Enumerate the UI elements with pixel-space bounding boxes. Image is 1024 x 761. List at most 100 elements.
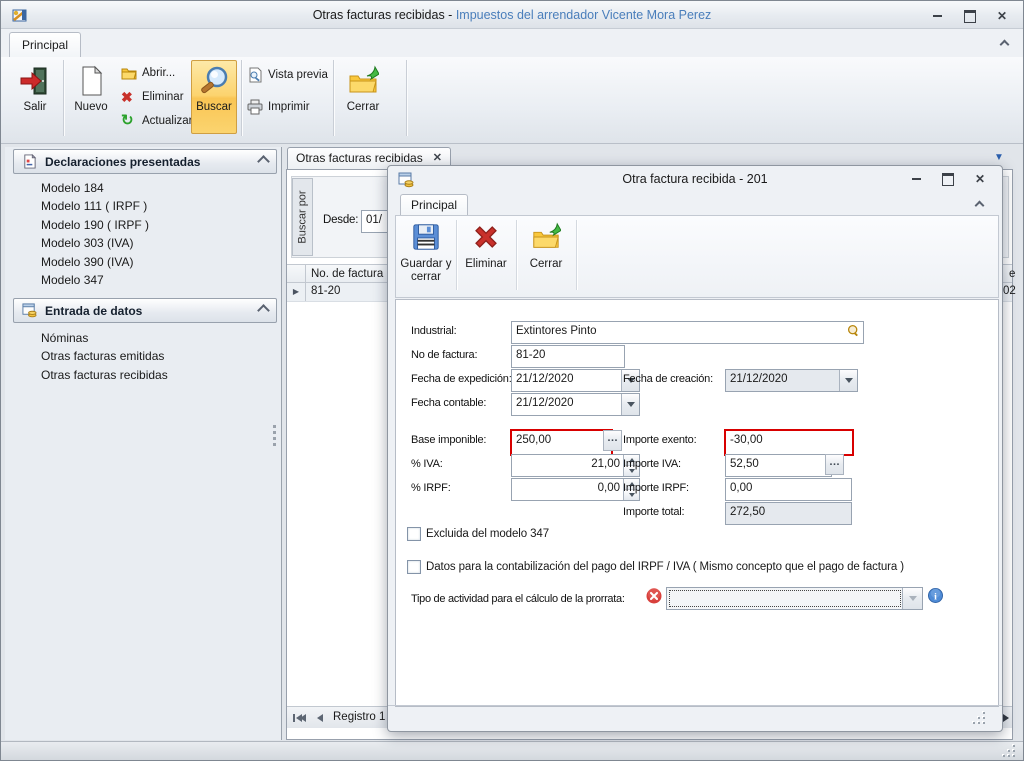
imprimir-label: Imprimir xyxy=(268,101,310,113)
eliminar-label: Eliminar xyxy=(142,91,184,103)
grid-cell-no-factura[interactable]: 81-20 xyxy=(311,285,340,297)
window-title-separator: - xyxy=(445,8,456,22)
toolbar-separator xyxy=(516,220,517,290)
grid-cell-fragment: 02 xyxy=(1003,285,1016,297)
nuevo-button[interactable]: Nuevo xyxy=(67,61,115,133)
window-title: Otras facturas recibidas - Impuestos del… xyxy=(1,8,1023,22)
cerrar-label: Cerrar xyxy=(530,258,563,271)
ribbon-tab-strip: Principal xyxy=(1,29,1023,57)
irpf-pct-field[interactable]: 0,00 xyxy=(511,478,640,501)
ribbon-toolbar: Salir Nuevo Abrir... ✖ Eliminar ↻ Actual… xyxy=(1,57,1023,144)
eliminar-button[interactable]: ✖ Eliminar xyxy=(121,87,191,107)
importe-iva-field[interactable]: 52,50 xyxy=(725,454,832,477)
iva-pct-field[interactable]: 21,00 xyxy=(511,454,640,477)
actualizar-label: Actualizar xyxy=(142,115,193,127)
actualizar-button[interactable]: ↻ Actualizar xyxy=(121,111,191,131)
row-indicator-icon: ▶ xyxy=(287,283,306,301)
grid-column-header-fragment: e xyxy=(1003,265,1024,283)
imprimir-button[interactable]: Imprimir xyxy=(247,97,331,117)
importe-irpf-label: Importe IRPF: xyxy=(623,481,689,495)
pago-irpf-iva-label: Datos para la contabilización del pago d… xyxy=(426,560,904,574)
dialog-footer xyxy=(388,705,1002,733)
minimize-icon xyxy=(912,178,921,180)
window-title-secondary: Impuestos del arrendador Vicente Mora Pe… xyxy=(456,8,711,22)
sidebar: Declaraciones presentadas Modelo 184 Mod… xyxy=(5,147,282,740)
sidebar-item-modelo-184[interactable]: Modelo 184 xyxy=(41,180,271,197)
toolbar-separator xyxy=(456,220,457,290)
cerrar-label: Cerrar xyxy=(347,101,380,113)
chevron-up-icon[interactable] xyxy=(257,304,270,317)
no-factura-field[interactable]: 81-20 xyxy=(511,345,625,368)
nav-first-button[interactable] xyxy=(293,714,306,722)
tab-list-dropdown-icon[interactable]: ▼ xyxy=(994,152,1004,163)
guardar-y-cerrar-button[interactable]: Guardar y cerrar xyxy=(400,218,452,293)
dialog-tab-principal[interactable]: Principal xyxy=(400,194,468,216)
ribbon-tab-principal[interactable]: Principal xyxy=(9,32,81,57)
importe-exento-field[interactable]: -30,00 xyxy=(724,429,854,456)
salir-label: Salir xyxy=(23,101,46,113)
sidebar-item-modelo-390[interactable]: Modelo 390 (IVA) xyxy=(41,254,271,271)
abrir-button[interactable]: Abrir... xyxy=(121,63,191,83)
refresh-icon: ↻ xyxy=(121,113,137,129)
sidebar-item-nominas[interactable]: Nóminas xyxy=(41,330,271,347)
importe-irpf-field[interactable]: 0,00 xyxy=(725,478,852,501)
restore-button[interactable] xyxy=(958,9,982,23)
dropdown-arrow-icon xyxy=(839,370,857,391)
dialog-restore-button[interactable] xyxy=(936,172,960,186)
industrial-field[interactable]: Extintores Pinto xyxy=(511,321,864,344)
new-document-icon xyxy=(75,65,107,97)
base-imponible-ellipsis-button[interactable]: … xyxy=(603,430,622,451)
salir-button[interactable]: Salir xyxy=(11,61,59,133)
prorrata-label: Tipo de actividad para el cálculo de la … xyxy=(411,592,625,606)
collapse-ribbon-icon[interactable] xyxy=(1000,40,1010,50)
dialog-resize-grip[interactable] xyxy=(973,712,986,725)
excluida-347-checkbox[interactable] xyxy=(407,527,421,541)
save-icon xyxy=(411,222,441,252)
abrir-label: Abrir... xyxy=(142,67,175,79)
chevron-up-icon[interactable] xyxy=(257,155,270,168)
sidebar-group-declaraciones[interactable]: Declaraciones presentadas xyxy=(13,149,277,174)
sidebar-item-modelo-303[interactable]: Modelo 303 (IVA) xyxy=(41,235,271,252)
fecha-contable-field[interactable]: 21/12/2020 xyxy=(511,393,640,416)
desde-label: Desde: xyxy=(323,213,358,227)
iva-pct-value: 21,00 xyxy=(591,458,620,470)
application-window: Otras facturas recibidas - Impuestos del… xyxy=(0,0,1024,761)
declarations-doc-icon xyxy=(22,154,37,169)
prorrata-value xyxy=(669,590,901,607)
dialog-close-button[interactable]: ✕ xyxy=(968,172,992,186)
print-preview-icon xyxy=(247,67,263,83)
prorrata-dropdown[interactable] xyxy=(666,587,923,610)
dialog-eliminar-button[interactable]: Eliminar xyxy=(460,218,512,293)
nav-prev-icon[interactable] xyxy=(317,714,323,722)
buscar-button[interactable]: Buscar xyxy=(191,60,237,134)
dialog-cerrar-button[interactable]: Cerrar xyxy=(520,218,572,293)
sidebar-group-entrada-datos[interactable]: Entrada de datos xyxy=(13,298,277,323)
sidebar-item-modelo-190[interactable]: Modelo 190 ( IRPF ) xyxy=(41,217,271,234)
validation-error-icon xyxy=(646,588,662,604)
open-folder-icon xyxy=(121,65,137,81)
dropdown-arrow-icon[interactable] xyxy=(621,394,639,415)
sidebar-splitter-handle[interactable] xyxy=(273,425,276,449)
nav-next-icon[interactable] xyxy=(1003,714,1009,722)
buscar-por-side-tab[interactable]: Buscar por xyxy=(292,178,313,256)
sidebar-item-modelo-111[interactable]: Modelo 111 ( IRPF ) xyxy=(41,198,271,215)
sidebar-item-otras-facturas-recibidas[interactable]: Otras facturas recibidas xyxy=(41,367,271,384)
vista-previa-button[interactable]: Vista previa xyxy=(247,65,331,85)
close-button[interactable]: ✕ xyxy=(990,9,1014,23)
importe-iva-ellipsis-button[interactable]: … xyxy=(825,454,844,475)
lookup-icon[interactable] xyxy=(847,324,860,337)
dialog-collapse-ribbon-icon[interactable] xyxy=(975,201,985,211)
sidebar-item-otras-facturas-emitidas[interactable]: Otras facturas emitidas xyxy=(41,348,271,365)
base-imponible-field[interactable]: 250,00 xyxy=(510,429,613,456)
dialog-minimize-button[interactable] xyxy=(904,172,928,186)
window-title-primary: Otras facturas recibidas xyxy=(313,8,445,22)
window-resize-grip[interactable] xyxy=(1003,745,1016,758)
minimize-button[interactable] xyxy=(925,9,949,23)
pago-irpf-iva-checkbox[interactable] xyxy=(407,560,421,574)
invoice-dialog: Otra factura recibida - 201 ✕ Principal … xyxy=(387,165,1003,732)
fecha-expedicion-field[interactable]: 21/12/2020 xyxy=(511,369,640,392)
info-icon[interactable]: i xyxy=(928,588,943,603)
cerrar-button[interactable]: Cerrar xyxy=(339,61,387,133)
no-factura-label: No de factura: xyxy=(411,348,477,362)
sidebar-item-modelo-347[interactable]: Modelo 347 xyxy=(41,272,271,289)
